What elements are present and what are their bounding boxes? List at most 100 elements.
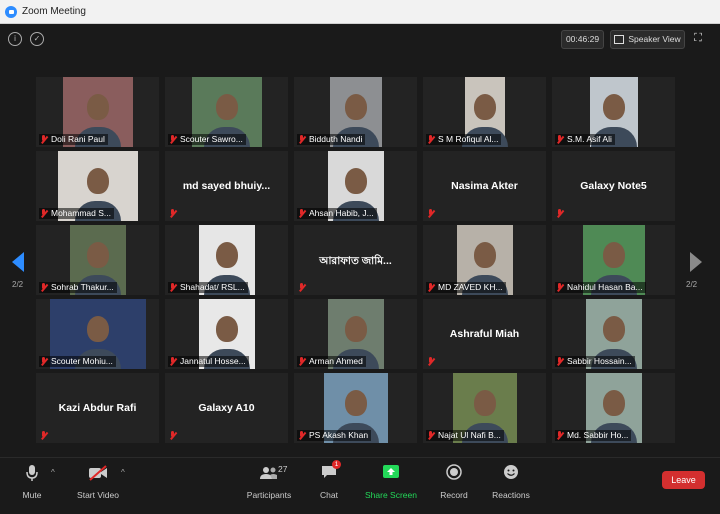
participant-name: Galaxy A10 bbox=[198, 402, 255, 414]
participant-face bbox=[215, 315, 238, 342]
reactions-button[interactable]: Reactions bbox=[490, 464, 532, 506]
participant-name: Jannatul Hosse... bbox=[180, 356, 246, 366]
participant-face bbox=[344, 389, 367, 416]
participant-name-label: Ahsan Habib, J... bbox=[297, 208, 377, 219]
participant-tile[interactable]: Nasima Akter bbox=[423, 151, 546, 221]
participant-tile[interactable]: Galaxy Note5 bbox=[552, 151, 675, 221]
participant-name-label: S.M. Asif Ali bbox=[555, 134, 615, 145]
participant-name: Shahadat/ RSL... bbox=[180, 282, 245, 292]
participant-tile[interactable]: S M Rofiqul Al... bbox=[423, 77, 546, 147]
participant-name: Galaxy Note5 bbox=[580, 180, 647, 192]
participant-name-label: Scouter Sawro... bbox=[168, 134, 246, 145]
participant-name: Mohammad S... bbox=[51, 208, 111, 218]
participant-name-label: Arman Ahmed bbox=[297, 356, 366, 367]
participant-name-label: Mohammad S... bbox=[39, 208, 114, 219]
participant-name: MD ZAVED KH... bbox=[438, 282, 503, 292]
muted-microphone-icon bbox=[40, 135, 48, 144]
shield-icon[interactable]: ✓ bbox=[30, 32, 44, 46]
fullscreen-icon[interactable]: ⛶ bbox=[692, 32, 704, 44]
participant-tile[interactable]: Shahadat/ RSL... bbox=[165, 225, 288, 295]
participant-tile[interactable]: Arman Ahmed bbox=[294, 299, 417, 369]
participant-name: আরাফাত জামি... bbox=[319, 255, 392, 267]
video-gallery-grid: Doli Rani Paul Scouter Sawro... Bidduth Na… bbox=[36, 77, 676, 447]
muted-microphone-icon bbox=[40, 283, 48, 292]
participant-face bbox=[344, 93, 367, 120]
participant-name: Doli Rani Paul bbox=[51, 134, 105, 144]
participant-tile[interactable]: Galaxy A10 bbox=[165, 373, 288, 443]
participant-tile[interactable]: আরাফাত জামি... bbox=[294, 225, 417, 295]
participant-tile[interactable]: Md. Sabbir Ho... bbox=[552, 373, 675, 443]
muted-microphone-icon bbox=[298, 209, 306, 218]
participant-name-label: Bidduth Nandi bbox=[297, 134, 366, 145]
share-screen-button[interactable]: Share Screen bbox=[364, 464, 418, 506]
muted-microphone-icon bbox=[556, 357, 564, 366]
video-off-icon bbox=[72, 464, 124, 482]
participant-face bbox=[602, 315, 625, 342]
participant-tile[interactable]: Kazi Abdur Rafi bbox=[36, 373, 159, 443]
participant-name: Bidduth Nandi bbox=[309, 134, 363, 144]
participant-tile[interactable]: Doli Rani Paul bbox=[36, 77, 159, 147]
participant-tile[interactable]: Sabbir Hossain... bbox=[552, 299, 675, 369]
participant-tile[interactable]: MD ZAVED KH... bbox=[423, 225, 546, 295]
participant-tile[interactable]: Ahsan Habib, J... bbox=[294, 151, 417, 221]
participant-tile[interactable]: PS Akash Khan bbox=[294, 373, 417, 443]
participant-tile[interactable]: S.M. Asif Ali bbox=[552, 77, 675, 147]
chat-label: Chat bbox=[320, 490, 338, 500]
participant-name-label: Najat Ul Nafi B... bbox=[426, 430, 504, 441]
chat-button[interactable]: 1 Chat bbox=[314, 460, 344, 506]
muted-microphone-icon bbox=[556, 431, 564, 440]
participant-name-label: Scouter Mohiu... bbox=[39, 356, 116, 367]
title-bar: Zoom Meeting bbox=[0, 0, 720, 24]
record-icon bbox=[446, 464, 462, 482]
muted-microphone-icon bbox=[169, 135, 177, 144]
grid-icon bbox=[614, 35, 625, 44]
info-icon[interactable]: i bbox=[8, 32, 22, 46]
participant-tile[interactable]: Nahidul Hasan Ba... bbox=[552, 225, 675, 295]
muted-microphone-icon bbox=[556, 209, 564, 218]
participant-tile[interactable]: Scouter Sawro... bbox=[165, 77, 288, 147]
participant-name-label: PS Akash Khan bbox=[297, 430, 372, 441]
page-indicator-left: 2/2 bbox=[12, 280, 24, 289]
participant-tile[interactable]: md sayed bhuiy... bbox=[165, 151, 288, 221]
participants-count: 27 bbox=[278, 464, 288, 474]
speaker-view-button[interactable]: Speaker View bbox=[610, 30, 685, 49]
participant-tile[interactable]: Jannatul Hosse... bbox=[165, 299, 288, 369]
participant-tile[interactable]: Scouter Mohiu... bbox=[36, 299, 159, 369]
participant-face bbox=[473, 241, 496, 268]
participant-name-label: Doli Rani Paul bbox=[39, 134, 108, 145]
reactions-label: Reactions bbox=[492, 490, 530, 500]
leave-button[interactable]: Leave bbox=[662, 471, 705, 489]
muted-microphone-icon bbox=[169, 431, 177, 440]
muted-microphone-icon bbox=[427, 209, 435, 218]
participant-name: S M Rofiqul Al... bbox=[438, 134, 499, 144]
participants-button[interactable]: 27 Participants bbox=[244, 464, 294, 506]
muted-microphone-icon bbox=[40, 431, 48, 440]
meeting-toolbar: Mute ^ Start Video ^ 27 Participants 1 C… bbox=[0, 457, 720, 514]
muted-microphone-icon bbox=[298, 135, 306, 144]
participant-name: Sabbir Hossain... bbox=[567, 356, 632, 366]
participant-tile[interactable]: Sohrab Thakur... bbox=[36, 225, 159, 295]
participant-face bbox=[86, 93, 109, 120]
participant-tile[interactable]: Mohammad S... bbox=[36, 151, 159, 221]
participant-face bbox=[602, 241, 625, 268]
participant-face bbox=[344, 315, 367, 342]
muted-microphone-icon bbox=[427, 283, 435, 292]
participant-name-label: MD ZAVED KH... bbox=[426, 282, 506, 293]
participant-tile[interactable]: Bidduth Nandi bbox=[294, 77, 417, 147]
participants-icon: 27 bbox=[249, 464, 289, 482]
video-options-caret-icon[interactable]: ^ bbox=[121, 468, 125, 477]
start-video-button[interactable]: Start Video bbox=[72, 464, 124, 506]
participant-name: S.M. Asif Ali bbox=[567, 134, 612, 144]
participant-name-label: Sabbir Hossain... bbox=[555, 356, 635, 367]
mute-button[interactable]: Mute bbox=[14, 464, 50, 506]
previous-page-arrow-icon[interactable] bbox=[12, 252, 24, 272]
speaker-view-label: Speaker View bbox=[628, 34, 681, 44]
participant-tile[interactable]: Najat Ul Nafi B... bbox=[423, 373, 546, 443]
microphone-icon bbox=[14, 464, 50, 482]
record-button[interactable]: Record bbox=[436, 464, 472, 506]
participant-face bbox=[215, 93, 238, 120]
reactions-smiley-icon bbox=[503, 464, 519, 482]
mute-options-caret-icon[interactable]: ^ bbox=[51, 468, 55, 477]
next-page-arrow-icon[interactable] bbox=[690, 252, 702, 272]
participant-tile[interactable]: Ashraful Miah bbox=[423, 299, 546, 369]
